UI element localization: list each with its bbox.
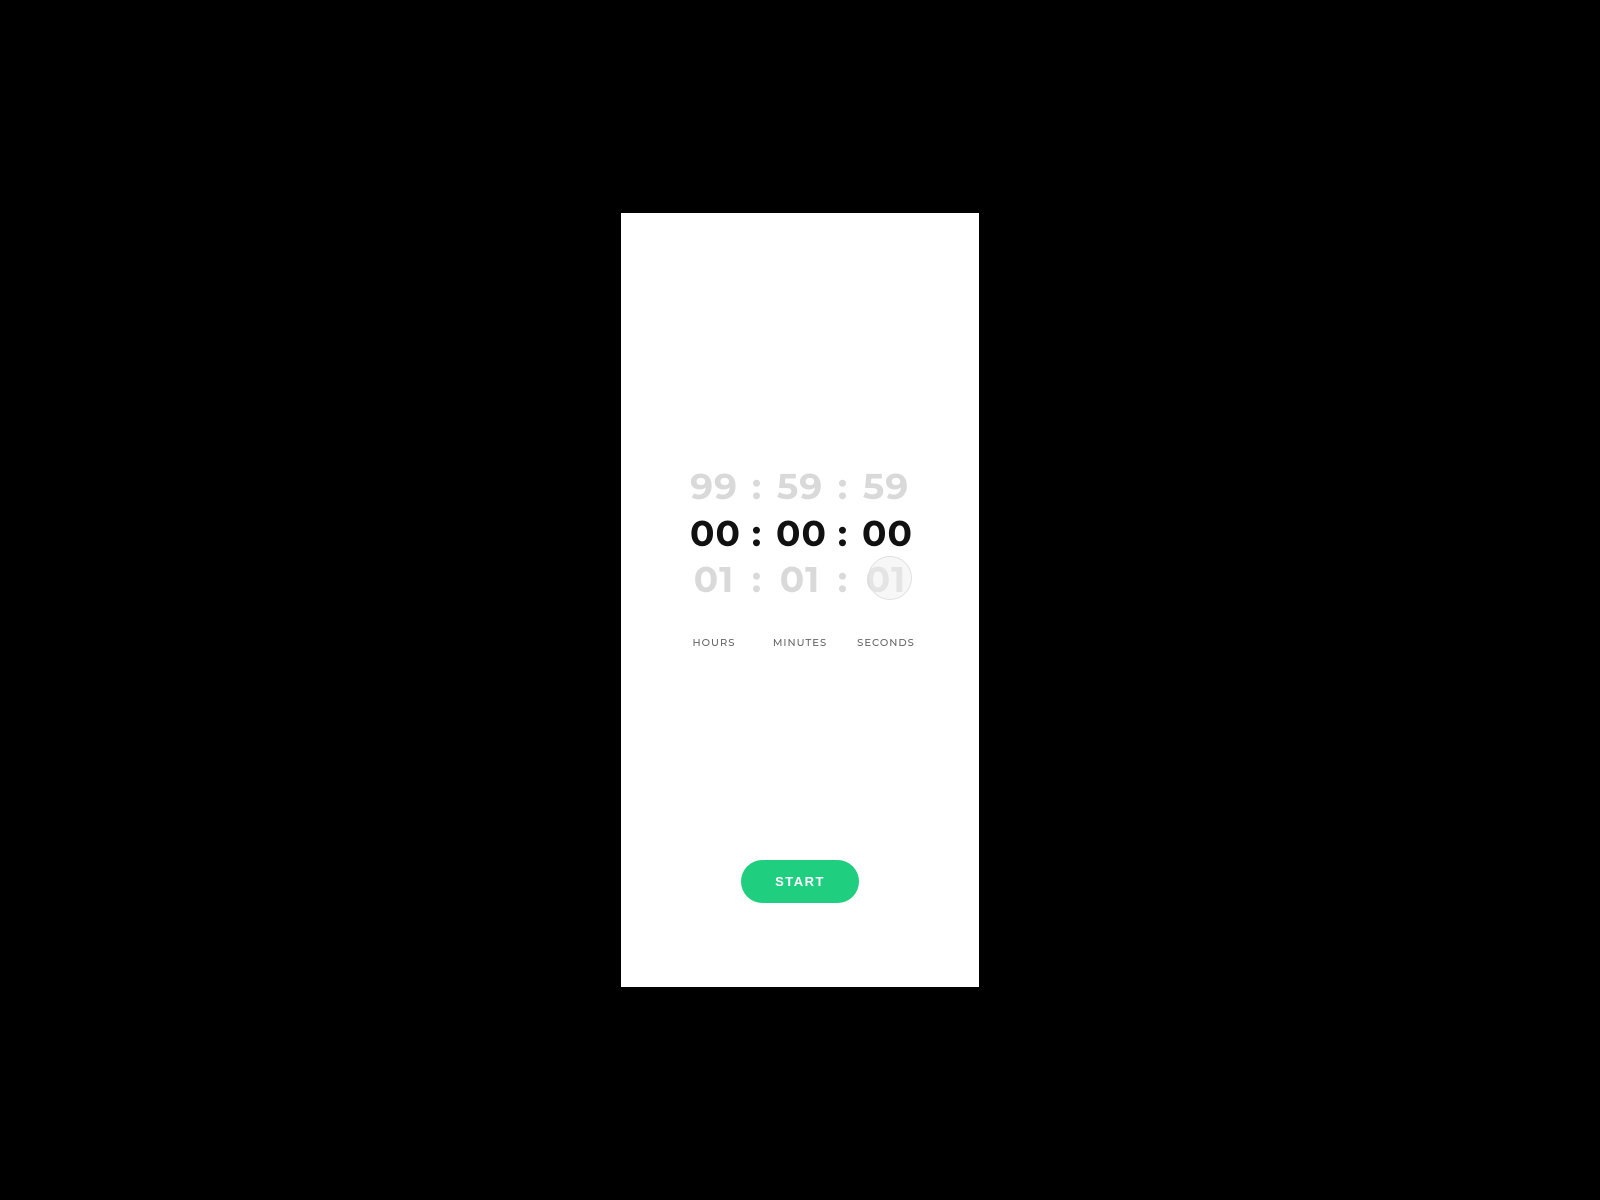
minutes-label: MINUTES — [757, 636, 843, 649]
separator: : — [738, 511, 776, 558]
time-picker[interactable]: 99 : 59 : 59 00 : 00 : 00 01 : 01 : 01 — [671, 464, 929, 649]
hours-next: 01 — [690, 557, 738, 604]
hours-current: 00 — [690, 511, 738, 558]
picker-current-row[interactable]: 00 : 00 : 00 — [690, 511, 910, 558]
picker-next-row[interactable]: 01 : 01 : 01 — [690, 557, 910, 604]
separator: : — [824, 511, 862, 558]
picker-labels: HOURS MINUTES SECONDS — [671, 636, 929, 649]
seconds-prev: 59 — [862, 464, 910, 511]
picker-prev-row[interactable]: 99 : 59 : 59 — [690, 464, 910, 511]
seconds-label: SECONDS — [843, 636, 929, 649]
start-button[interactable]: START — [741, 860, 859, 903]
separator: : — [824, 464, 862, 511]
hours-prev: 99 — [690, 464, 738, 511]
footer: START — [621, 860, 979, 987]
seconds-next: 01 — [862, 557, 910, 604]
picker-area: 99 : 59 : 59 00 : 00 : 00 01 : 01 : 01 — [621, 213, 979, 860]
hours-label: HOURS — [671, 636, 757, 649]
separator: : — [738, 557, 776, 604]
minutes-next: 01 — [776, 557, 824, 604]
timer-screen: 99 : 59 : 59 00 : 00 : 00 01 : 01 : 01 — [621, 213, 979, 987]
minutes-current: 00 — [776, 511, 824, 558]
separator: : — [824, 557, 862, 604]
separator: : — [738, 464, 776, 511]
seconds-current: 00 — [862, 511, 910, 558]
minutes-prev: 59 — [776, 464, 824, 511]
